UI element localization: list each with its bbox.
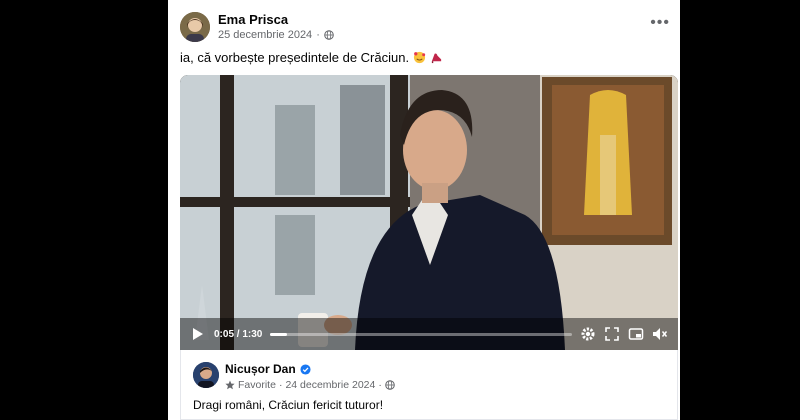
video-frame bbox=[180, 75, 678, 350]
video-controls: 0:05 / 1:30 bbox=[180, 318, 678, 350]
post-meta: 25 decembrie 2024 · bbox=[218, 29, 334, 41]
picture-in-picture-icon[interactable] bbox=[628, 326, 644, 342]
shared-author-row: Nicușor Dan bbox=[225, 362, 311, 376]
post-card: Ema Prisca 25 decembrie 2024 · ••• ia, c… bbox=[168, 0, 680, 420]
favorite-label: Favorite bbox=[238, 379, 276, 391]
shared-date[interactable]: 24 decembrie 2024 bbox=[285, 379, 375, 391]
globe-icon bbox=[324, 30, 334, 40]
fullscreen-icon[interactable] bbox=[604, 326, 620, 342]
settings-gear-icon[interactable] bbox=[580, 326, 596, 342]
video-player[interactable]: 0:05 / 1:30 bbox=[180, 75, 678, 350]
author-avatar[interactable] bbox=[180, 12, 210, 42]
shared-post-text: Dragi români, Crăciun fericit tuturor! bbox=[193, 398, 384, 412]
shared-meta: Favorite · 24 decembrie 2024 · bbox=[225, 379, 395, 391]
video-time: 0:05 / 1:30 bbox=[214, 328, 263, 340]
play-icon[interactable] bbox=[190, 326, 206, 342]
shared-author-avatar[interactable] bbox=[193, 362, 219, 388]
smiling-face-with-hearts-icon bbox=[414, 51, 426, 64]
star-icon bbox=[225, 380, 235, 390]
shared-author-name[interactable]: Nicușor Dan bbox=[225, 362, 296, 376]
video-progress-bar[interactable] bbox=[270, 332, 572, 336]
author-name[interactable]: Ema Prisca bbox=[218, 12, 288, 27]
post-text: ia, că vorbește președintele de Crăciun. bbox=[180, 50, 410, 65]
globe-icon bbox=[385, 380, 395, 390]
verified-badge-icon bbox=[300, 363, 311, 375]
post-text-row: ia, că vorbește președintele de Crăciun. bbox=[180, 50, 443, 65]
high-heel-icon bbox=[431, 53, 442, 64]
video-progress-fill bbox=[270, 332, 287, 336]
mute-icon[interactable] bbox=[652, 326, 668, 342]
more-options-button[interactable]: ••• bbox=[650, 14, 670, 32]
post-date[interactable]: 25 decembrie 2024 bbox=[218, 29, 312, 41]
shared-post[interactable]: Nicușor Dan Favorite · 24 decembrie 2024… bbox=[180, 350, 678, 420]
